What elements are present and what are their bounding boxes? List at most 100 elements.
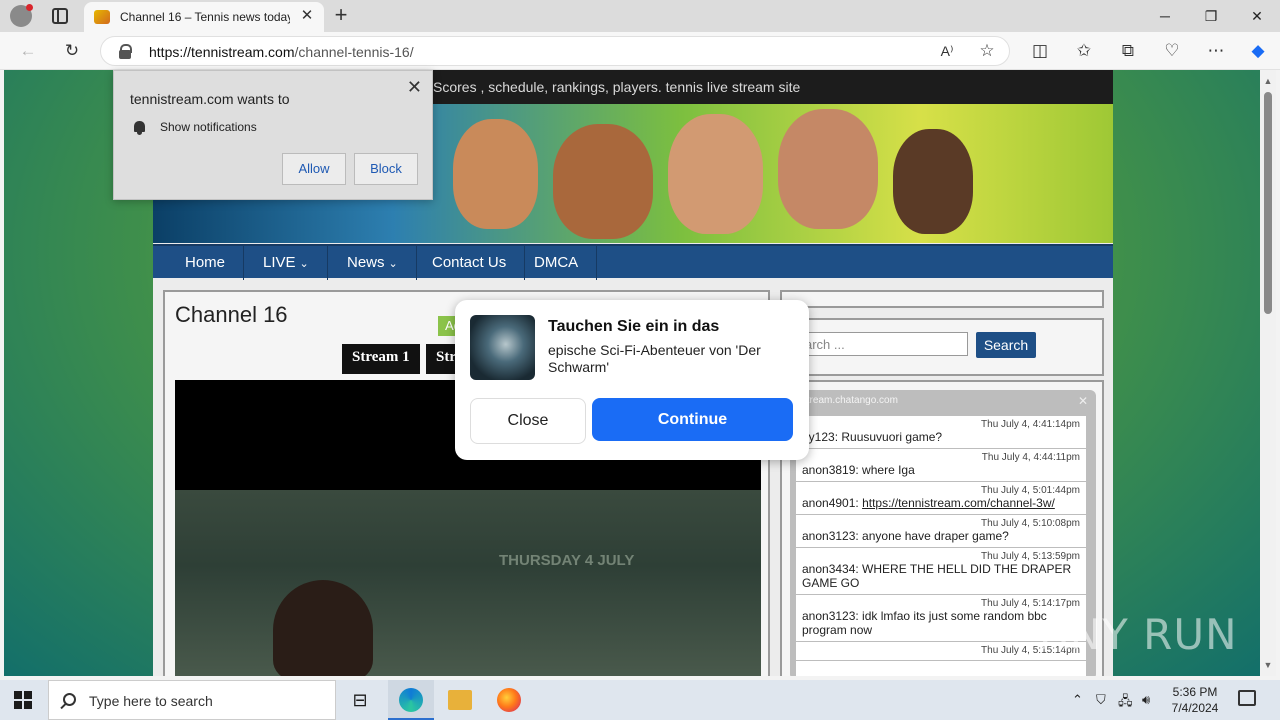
message-time: Thu July 4, 5:10:08pm (981, 518, 1080, 529)
scroll-down-icon[interactable]: ▼ (1263, 660, 1273, 670)
video-court-banner: THURSDAY 4 JULY (499, 552, 635, 569)
allow-button[interactable]: Allow (282, 153, 346, 185)
video-frame: THURSDAY 4 JULY (175, 490, 761, 676)
chat-header: nistream.chatango.com ✕ (790, 390, 1096, 412)
message-time: Thu July 4, 5:01:44pm (981, 485, 1080, 496)
chat-link[interactable]: https://tennistream.com/channel-3w/ (862, 496, 1055, 510)
stream-1-button[interactable]: Stream 1 (342, 344, 420, 374)
page-scrollbar[interactable]: ▲ ▼ (1260, 70, 1276, 676)
nav-live[interactable]: LIVE ⌄ (245, 246, 328, 280)
chat-message: Thu July 4, 5:01:44pm anon4901: https://… (796, 482, 1086, 515)
bell-icon (134, 121, 145, 135)
search-input[interactable]: arch ... (798, 332, 968, 356)
anyrun-watermark: ANY RUN (1040, 610, 1238, 659)
banner-player-4 (778, 109, 878, 229)
nav-news[interactable]: News ⌄ (329, 246, 417, 280)
message-text: anon4901: https://tennistream.com/channe… (802, 496, 1080, 510)
nav-dmca[interactable]: DMCA (516, 246, 598, 280)
message-time: Thu July 4, 5:14:17pm (981, 598, 1080, 609)
window-close-button[interactable]: ✕ (1234, 0, 1280, 32)
notification-center-icon[interactable] (1238, 690, 1256, 706)
banner-player-5 (893, 129, 973, 234)
banner-player-3 (668, 114, 763, 234)
firefox-icon[interactable] (497, 688, 521, 712)
message-time: Thu July 4, 5:13:59pm (981, 551, 1080, 562)
network-icon[interactable]: 🖧 (1118, 692, 1133, 714)
windows-taskbar: Type here to search ⊟ ⌃ ⛉ 🖧 🔊︎ 5:36 PM 7… (0, 680, 1280, 720)
message-text: anon3123: idk lmfao its just some random… (802, 609, 1047, 637)
task-view-icon[interactable]: ⊟ (348, 688, 372, 712)
settings-more-icon[interactable]: ⋯ (1202, 38, 1230, 64)
scroll-up-icon[interactable]: ▲ (1263, 76, 1273, 86)
chevron-down-icon: ⌄ (388, 258, 398, 270)
tab-close-icon[interactable]: ✕ (298, 7, 316, 25)
file-explorer-icon[interactable] (448, 690, 472, 710)
nav-contact-us[interactable]: Contact Us (414, 246, 526, 280)
notification-prompt-title: tennistream.com wants to (130, 91, 290, 107)
chevron-down-icon: ⌄ (299, 258, 309, 270)
clock-date: 7/4/2024 (1171, 701, 1219, 715)
video-player-figure (273, 580, 373, 676)
message-text: anon3123: anyone have draper game? (802, 529, 1009, 543)
split-screen-icon[interactable]: ◫ (1026, 38, 1054, 64)
message-time: Thu July 4, 5:15:14pm (981, 645, 1080, 656)
refresh-button[interactable]: ↻ (58, 38, 86, 64)
sidebar-top-box (780, 290, 1104, 308)
volume-icon[interactable]: 🔊︎ (1142, 692, 1150, 708)
favorite-star-icon[interactable]: ☆ (973, 38, 1001, 64)
search-button[interactable]: Search (976, 332, 1036, 358)
restore-button[interactable]: ❐ (1188, 0, 1234, 32)
browser-title-bar: Channel 16 – Tennis news today, ✕ + ─ ❐ … (0, 0, 1280, 32)
banner-player-2 (553, 124, 653, 239)
message-text: anon3434: WHERE THE HELL DID THE DRAPER … (802, 562, 1072, 590)
message-time: Thu July 4, 4:41:14pm (981, 419, 1080, 430)
ad-popup: Tauchen Sie ein in das epische Sci-Fi-Ab… (455, 300, 809, 460)
block-button[interactable]: Block (354, 153, 418, 185)
edge-browser-icon[interactable] (399, 688, 423, 712)
nav-home[interactable]: Home (167, 246, 245, 280)
chat-message: Thu July 4, 5:13:59pm anon3434: WHERE TH… (796, 548, 1086, 595)
security-icon[interactable]: ⛉ (1096, 692, 1106, 708)
banner-player-1 (453, 119, 538, 229)
notification-permission-popup: tennistream.com wants to ✕ Show notifica… (113, 70, 433, 200)
message-author: anon4901: (802, 496, 863, 510)
scroll-thumb[interactable] (1264, 92, 1272, 314)
url-text: https://tennistream.com/channel-tennis-1… (149, 44, 414, 60)
favorites-icon[interactable]: ✩ (1070, 38, 1098, 64)
message-text: anon3819: where Iga (802, 463, 915, 477)
ad-thumbnail-image[interactable] (470, 315, 535, 380)
lock-icon[interactable] (119, 44, 132, 59)
ad-description: epische Sci-Fi-Abenteuer von 'Der Schwar… (548, 342, 761, 375)
minimize-button[interactable]: ─ (1142, 0, 1188, 32)
message-text: uy123: Ruusuvuori game? (802, 430, 943, 444)
search-icon (63, 693, 76, 706)
taskbar-search-placeholder: Type here to search (89, 693, 213, 709)
chat-message: Thu July 4, 4:41:14pm uy123: Ruusuvuori … (796, 416, 1086, 449)
chat-message: Thu July 4, 5:10:08pm anon3123: anyone h… (796, 515, 1086, 548)
clock-time: 5:36 PM (1172, 685, 1218, 699)
copilot-icon[interactable]: ◆ (1244, 38, 1272, 64)
collections-icon[interactable]: ⧉ (1114, 38, 1142, 64)
tab-actions-icon[interactable] (52, 8, 68, 24)
new-tab-button[interactable]: + (330, 4, 352, 26)
read-aloud-icon[interactable]: A⁾ (933, 38, 961, 64)
browser-essentials-icon[interactable]: ♡ (1158, 38, 1186, 64)
address-bar[interactable]: https://tennistream.com/channel-tennis-1… (100, 36, 1010, 66)
ad-close-button[interactable]: Close (470, 398, 586, 444)
close-icon[interactable]: ✕ (407, 77, 422, 98)
profile-icon[interactable] (10, 4, 33, 27)
site-tagline: Scores , schedule, rankings, players. te… (433, 79, 801, 95)
page-title: Channel 16 (175, 302, 288, 327)
taskbar-search-box[interactable]: Type here to search (48, 680, 336, 720)
back-button[interactable]: ← (14, 38, 42, 64)
chat-title: nistream.chatango.com (794, 395, 898, 406)
tab-title: Channel 16 – Tennis news today, (120, 10, 290, 24)
taskbar-clock[interactable]: 5:36 PM 7/4/2024 (1160, 684, 1230, 716)
main-navigation: Home LIVE ⌄ News ⌄ Contact Us DMCA (153, 244, 1113, 280)
chat-close-icon[interactable]: ✕ (1078, 390, 1088, 412)
ad-continue-button[interactable]: Continue (592, 398, 793, 441)
search-widget: arch ... Search (780, 318, 1104, 376)
browser-tab[interactable]: Channel 16 – Tennis news today, ✕ (84, 2, 324, 32)
chevron-up-icon[interactable]: ⌃ (1072, 692, 1083, 708)
start-windows-icon[interactable] (14, 691, 32, 709)
